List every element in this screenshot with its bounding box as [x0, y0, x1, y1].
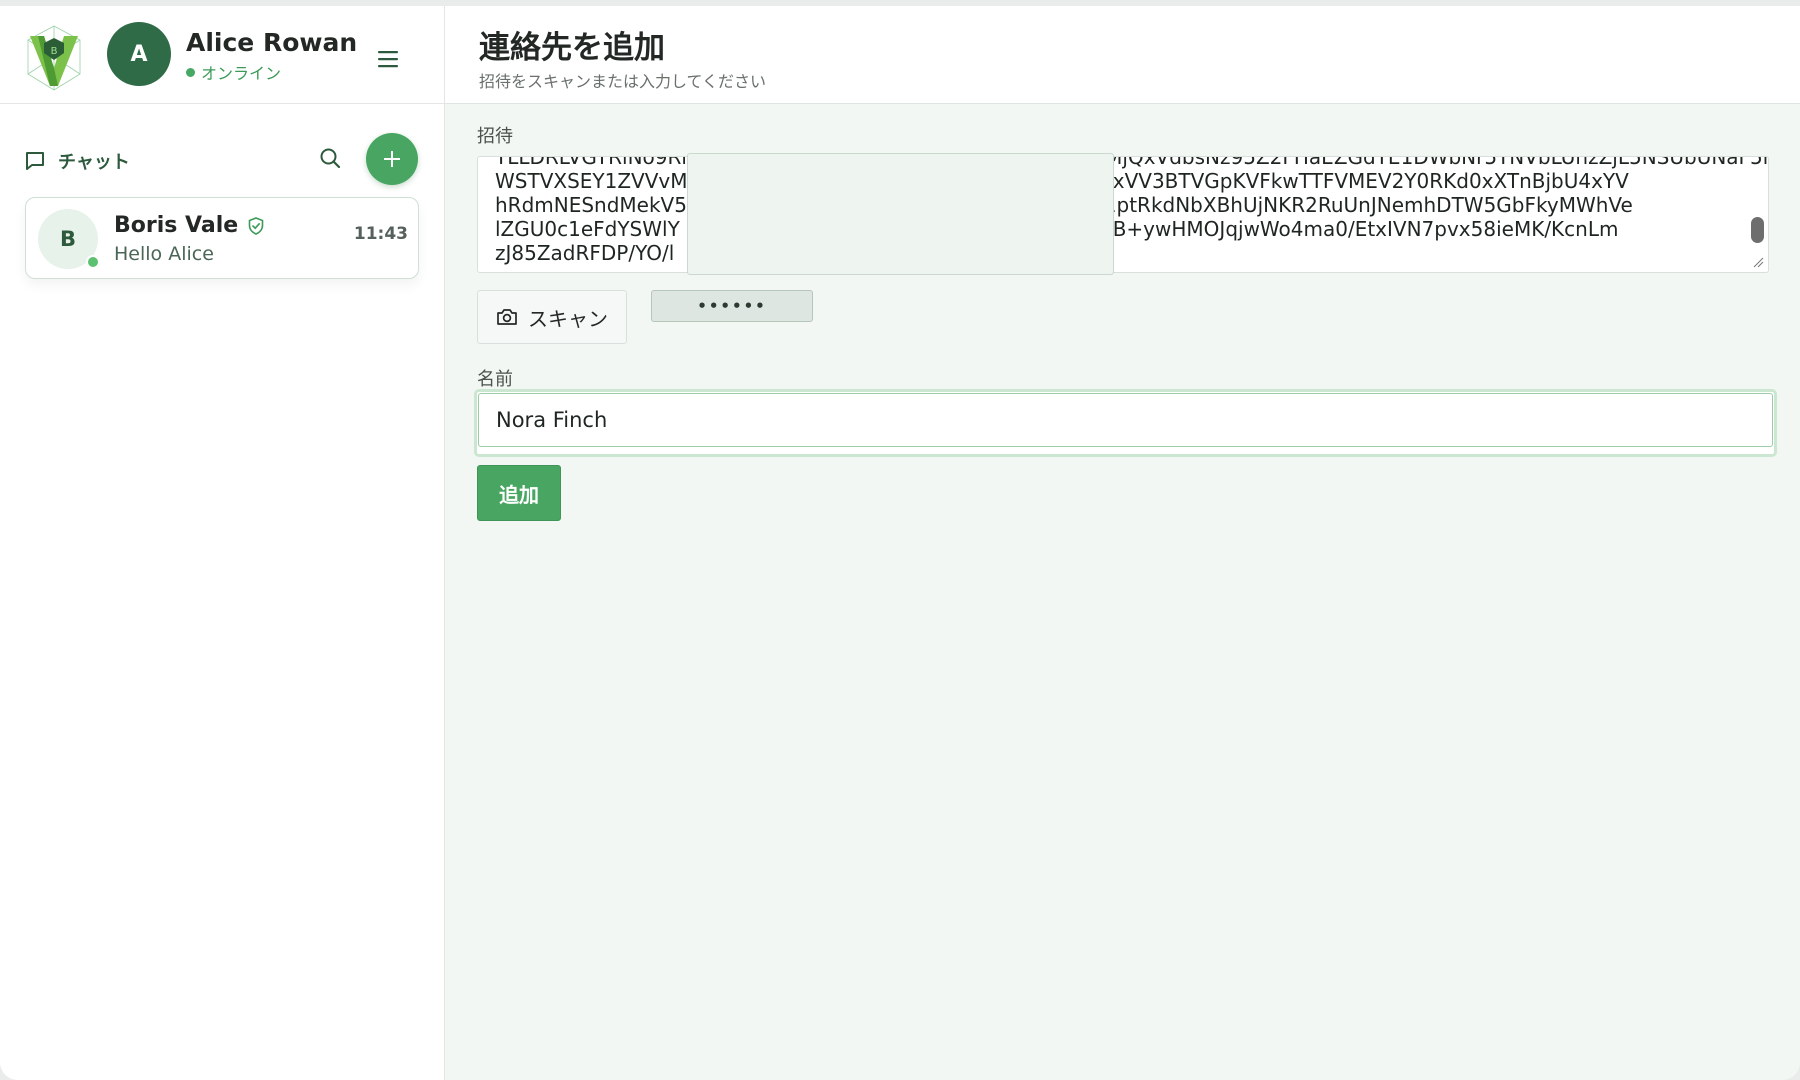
invite-scrollbar[interactable] [1751, 165, 1765, 261]
chat-list-item[interactable]: B Boris Vale Hello Alice 11:43 [25, 197, 419, 279]
resize-grip-icon[interactable] [1752, 256, 1764, 268]
sidebar: B A Alice Rowan オンライン チャット B Boris Vale … [0, 6, 445, 1080]
user-name: Alice Rowan [186, 28, 358, 57]
chats-toolbar: チャット [24, 131, 420, 187]
invite-scroll-thumb[interactable] [1751, 217, 1764, 243]
page-title: 連絡先を追加 [479, 30, 665, 66]
add-contact-panel: 連絡先を追加 招待をスキャンまたは入力してください 招待 YLLDRLVGYRl… [445, 6, 1800, 1080]
last-message-time: 11:43 [353, 224, 408, 244]
new-chat-button[interactable] [366, 133, 418, 185]
camera-icon [497, 309, 517, 325]
masked-code-badge[interactable]: •••••• [651, 290, 813, 322]
invite-label: 招待 [477, 126, 513, 147]
add-contact-button[interactable]: 追加 [477, 465, 561, 521]
qr-scan-preview [687, 153, 1114, 275]
contact-online-dot [86, 255, 100, 269]
svg-text:B: B [51, 46, 58, 57]
page-header: 連絡先を追加 招待をスキャンまたは入力してください [445, 6, 1800, 104]
plus-icon [384, 151, 400, 167]
name-label: 名前 [477, 369, 513, 390]
hamburger-menu-icon[interactable] [376, 49, 400, 69]
name-input[interactable] [478, 393, 1773, 447]
contact-name-text: Boris Vale [114, 213, 239, 238]
search-icon[interactable] [318, 146, 342, 170]
scan-button[interactable]: スキャン [477, 290, 627, 344]
app-logo-icon: B [27, 25, 81, 91]
verified-shield-icon [248, 216, 264, 235]
chats-section-label: チャット [24, 148, 130, 174]
last-message-preview: Hello Alice [114, 243, 214, 265]
name-input-focus-ring [474, 389, 1777, 457]
invite-textarea[interactable]: YLLDRLVGYRlNo9RnVvRGYK7VZPLDDNzVPLG5dGVQ… [477, 156, 1769, 273]
app-window: B A Alice Rowan オンライン チャット B Boris Vale … [0, 6, 1800, 1080]
user-status: オンライン [186, 60, 281, 84]
chat-bubble-icon [26, 152, 44, 170]
profile-header: B A Alice Rowan オンライン [0, 6, 444, 104]
user-status-text: オンライン [201, 64, 282, 83]
scan-button-label: スキャン [528, 306, 608, 331]
user-avatar[interactable]: A [107, 22, 171, 86]
contact-name: Boris Vale [114, 213, 264, 238]
chats-section-text: チャット [58, 152, 130, 173]
online-status-dot [186, 67, 195, 77]
page-subtitle: 招待をスキャンまたは入力してください [479, 72, 767, 91]
